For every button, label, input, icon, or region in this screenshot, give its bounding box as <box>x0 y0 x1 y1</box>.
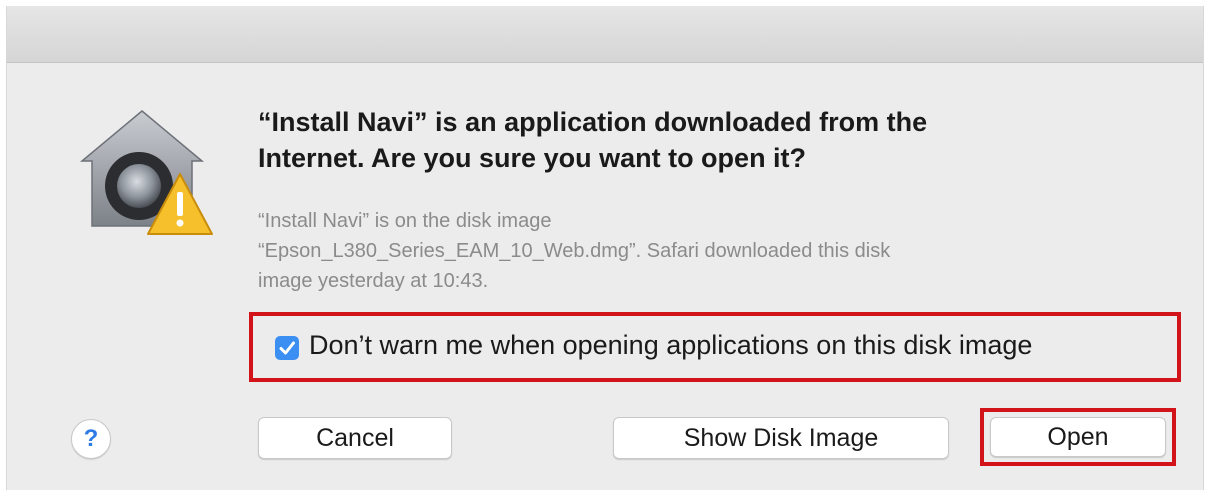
dialog-message: “Install Navi” is on the disk image “Eps… <box>258 206 1138 296</box>
dialog-message-line-2: “Epson_L380_Series_EAM_10_Web.dmg”. Safa… <box>258 240 891 262</box>
dont-warn-label[interactable]: Don’t warn me when opening applications … <box>309 330 1032 361</box>
open-button[interactable]: Open <box>990 417 1166 457</box>
dialog-title: “Install Navi” is an application downloa… <box>258 104 1158 176</box>
dialog-message-line-3: image yesterday at 10:43. <box>258 270 489 292</box>
alert-dialog: “Install Navi” is an application downloa… <box>6 6 1204 490</box>
gatekeeper-warning-icon <box>67 106 217 246</box>
dialog-title-line-1: “Install Navi” is an application downloa… <box>258 107 928 137</box>
dialog-message-line-1: “Install Navi” is on the disk image <box>258 210 552 232</box>
dont-warn-checkbox[interactable] <box>275 336 299 360</box>
dialog-title-line-2: Internet. Are you sure you want to open … <box>258 143 807 173</box>
open-button-highlight: Open <box>980 408 1176 466</box>
title-bar[interactable] <box>7 6 1203 63</box>
show-disk-image-button[interactable]: Show Disk Image <box>613 417 949 459</box>
help-button[interactable]: ? <box>71 419 111 459</box>
checkmark-icon <box>279 341 295 355</box>
cancel-button[interactable]: Cancel <box>258 417 452 459</box>
dont-warn-highlight: Don’t warn me when opening applications … <box>249 312 1181 382</box>
